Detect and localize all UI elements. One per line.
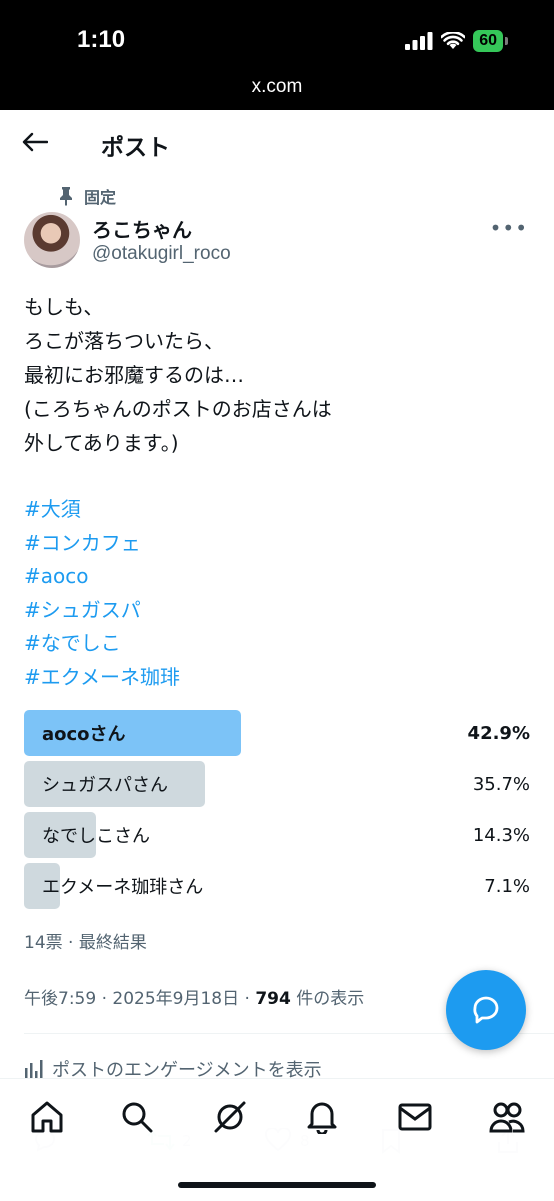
search-icon (122, 1102, 153, 1133)
hashtag-link[interactable]: #aoco (24, 560, 534, 594)
hashtag-list: #大須 #コンカフェ #aoco #シュガスパ #なでしこ #エクメーネ珈琲 (24, 493, 534, 695)
battery-icon: 60 (473, 30, 508, 52)
home-icon (31, 1101, 63, 1133)
poll-option-label: エクメーネ珈琲さん (42, 877, 204, 898)
browser-url[interactable]: x.com (0, 76, 554, 98)
poll: aocoさん 42.9% シュガスパさん 35.7% なでしこさん 14.3% … (24, 710, 530, 914)
post-timestamp: 午後7:59 · 2025年9月18日 · 794 件の表示 (24, 984, 364, 1009)
avatar[interactable] (24, 212, 80, 268)
hashtag-link[interactable]: #大須 (24, 493, 534, 527)
signal-icon (405, 32, 433, 50)
status-icons: 60 (405, 30, 508, 52)
nav-communities[interactable] (487, 1097, 527, 1137)
author-handle[interactable]: @otakugirl_roco (92, 243, 231, 265)
poll-option-percent: 42.9% (467, 722, 530, 744)
grok-icon (214, 1101, 246, 1133)
pinned-label: 固定 (84, 188, 117, 207)
poll-option-label: なでしこさん (42, 826, 150, 847)
home-indicator (178, 1182, 376, 1188)
poll-option: aocoさん 42.9% (24, 710, 530, 756)
notifications-icon (307, 1102, 337, 1134)
page-title: ポスト (101, 135, 170, 161)
hashtag-link[interactable]: #エクメーネ珈琲 (24, 661, 534, 695)
hashtag-link[interactable]: #なでしこ (24, 627, 534, 661)
view-count: 794 (255, 989, 291, 1009)
wifi-icon (441, 32, 466, 49)
reply-bubble-icon (473, 996, 499, 1024)
poll-option: なでしこさん 14.3% (24, 812, 530, 858)
nav-messages[interactable] (395, 1097, 435, 1137)
author-display-name[interactable]: ろこちゃん (92, 214, 192, 243)
analytics-icon (25, 1060, 43, 1079)
poll-option-percent: 35.7% (472, 773, 530, 795)
poll-option: シュガスパさん 35.7% (24, 761, 530, 807)
status-bar: 1:10 60 x.com (0, 0, 554, 110)
nav-notifications[interactable] (302, 1097, 342, 1137)
status-time: 1:10 (77, 26, 126, 53)
pinned-indicator: 固定 (58, 184, 116, 208)
views-label: 件の表示 (290, 989, 365, 1009)
poll-meta: 14票 · 最終結果 (24, 933, 147, 953)
hashtag-link[interactable]: #コンカフェ (24, 527, 534, 561)
back-button[interactable] (22, 130, 54, 154)
poll-option-label: aocoさん (42, 724, 126, 745)
messages-icon (398, 1103, 432, 1131)
battery-level: 60 (473, 30, 503, 52)
poll-option-percent: 7.1% (484, 875, 530, 897)
nav-home[interactable] (27, 1097, 67, 1137)
poll-option: エクメーネ珈琲さん 7.1% (24, 863, 530, 909)
communities-icon (489, 1102, 525, 1133)
battery-tip (505, 37, 508, 45)
nav-grok[interactable] (210, 1097, 250, 1137)
poll-option-percent: 14.3% (472, 824, 530, 846)
post-text: もしも、 ろこが落ちついたら、 最初にお邪魔するのは… (ころちゃんのポストのお… (24, 295, 332, 455)
pin-icon (60, 187, 72, 206)
nav-search[interactable] (117, 1097, 157, 1137)
hashtag-link[interactable]: #シュガスパ (24, 594, 534, 628)
timestamp-text[interactable]: 午後7:59 · 2025年9月18日 · (24, 989, 255, 1009)
back-arrow-icon (22, 132, 48, 152)
more-options-button[interactable]: ••• (490, 216, 528, 240)
reply-fab-button[interactable] (446, 970, 526, 1050)
poll-option-label: シュガスパさん (42, 775, 168, 796)
page-header: ポスト (0, 110, 554, 170)
